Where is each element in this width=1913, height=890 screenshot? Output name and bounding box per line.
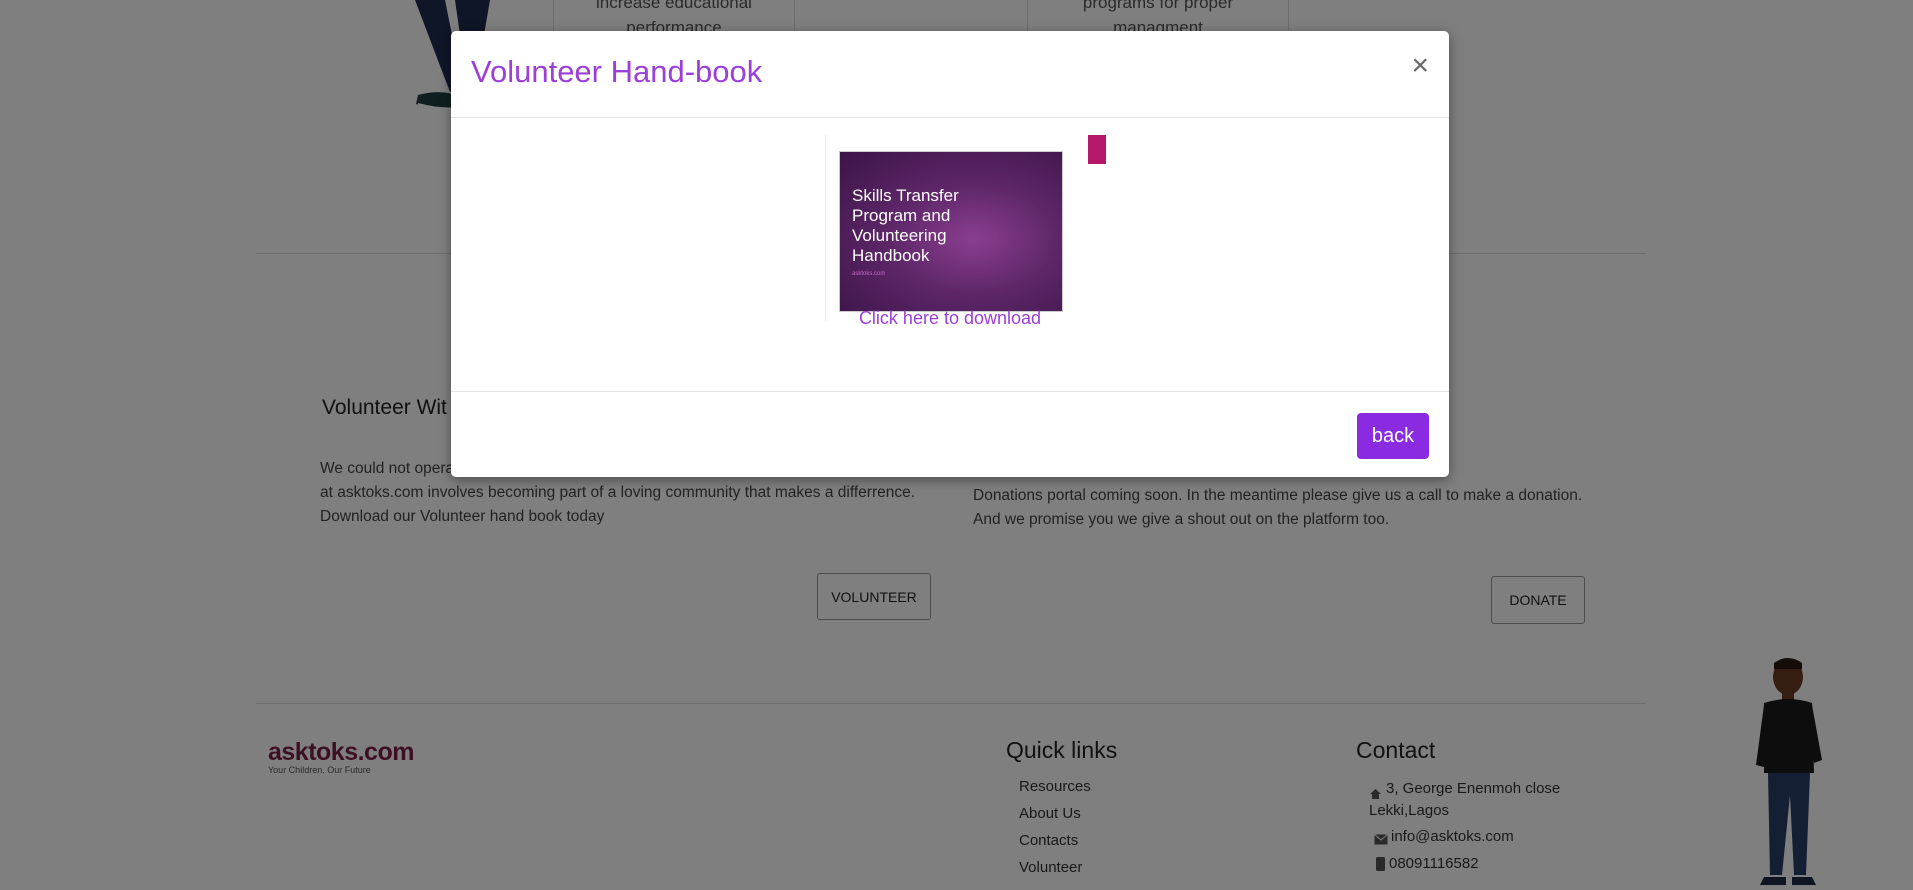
close-icon[interactable]: ×: [1411, 51, 1429, 81]
page: increase educational performance program…: [0, 0, 1913, 890]
thumbnail-title-line2: Program and: [852, 206, 951, 225]
modal-title: Volunteer Hand-book: [471, 54, 763, 89]
volunteer-handbook-modal: Volunteer Hand-book × Skills Transfer Pr…: [451, 31, 1449, 477]
bookmark-icon: [1088, 135, 1106, 164]
thumbnail-title-line1: Skills Transfer: [852, 186, 959, 205]
modal-footer: back: [451, 391, 1449, 477]
thumbnail-title-line3: Volunteering: [852, 226, 947, 245]
handbook-thumbnail[interactable]: Skills Transfer Program and Volunteering…: [839, 151, 1063, 312]
thumbnail-title: Skills Transfer Program and Volunteering…: [852, 186, 1052, 266]
thumbnail-divider: [825, 135, 826, 321]
back-button[interactable]: back: [1357, 413, 1429, 459]
thumbnail-subtext: asktoks.com: [852, 271, 886, 277]
thumbnail-title-line4: Handbook: [852, 246, 930, 265]
modal-body: Skills Transfer Program and Volunteering…: [451, 118, 1449, 421]
download-link[interactable]: Click here to download: [451, 308, 1449, 329]
modal-header: Volunteer Hand-book ×: [451, 31, 1449, 118]
